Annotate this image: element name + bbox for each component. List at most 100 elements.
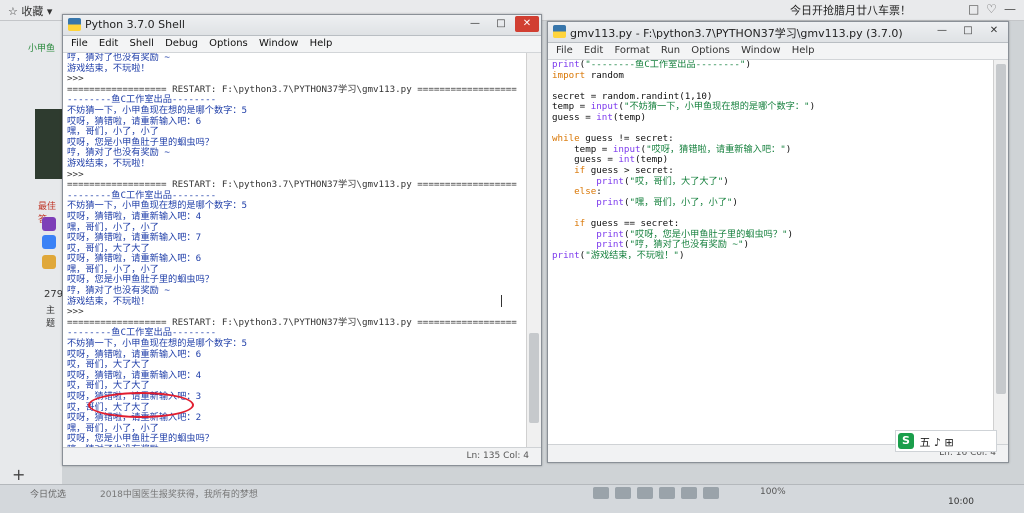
code-token: ) [745,60,751,70]
code-token: "哎呀，猜错啦，请重新输入吧：" [646,143,786,155]
menu-window[interactable]: Window [259,36,298,52]
menu-options[interactable]: Options [209,36,248,52]
close-button[interactable]: ✕ [515,16,539,32]
menu-help[interactable]: Help [792,43,815,59]
avatar[interactable] [42,255,56,269]
code-token: "游戏结束，不玩啦！" [585,249,679,261]
phone-icon[interactable]: □ [968,2,979,16]
maximize-button[interactable]: □ [956,23,980,39]
menu-options[interactable]: Options [691,43,730,59]
close-button[interactable]: ✕ [982,23,1006,39]
code-line: import random [552,69,992,82]
code-token: "不妨猜一下，小甲鱼现在想的是哪个数字：" [623,101,810,113]
shell-statusbar: Ln: 135 Col: 4 [63,447,541,465]
menu-edit[interactable]: Edit [99,36,118,52]
scrollbar-thumb[interactable] [529,333,539,423]
menu-help[interactable]: Help [310,36,333,52]
taskbar-news[interactable]: 2018中国医生报奖获得，我所有的梦想 [100,487,258,500]
thumbnail-image [35,109,62,179]
shell-output[interactable]: 哼，猜对了也没有奖励 ~ 游戏结束，不玩啦！ >>> ===============… [67,53,525,447]
ime-controls[interactable]: 五 ♪ ⊞ [920,434,954,450]
menu-window[interactable]: Window [741,43,780,59]
code-token: guess == secret: [585,217,680,229]
avatar[interactable] [42,217,56,231]
minimize-button[interactable]: — [930,23,954,39]
code-token: "哼，猜对了也没有奖励 ~" [629,239,744,251]
heart-icon[interactable]: ♡ [986,2,997,16]
add-icon[interactable]: + [12,465,25,484]
code-token: input [590,101,619,113]
menu-debug[interactable]: Debug [165,36,198,52]
ime-toolbar[interactable]: S 五 ♪ ⊞ [895,430,997,452]
news-ticker[interactable]: 今日开抢腊月廿八车票！ [790,2,911,18]
code-line: print("游戏结束，不玩啦！") [552,249,992,262]
editor-scrollbar[interactable] [993,60,1008,444]
code-token: ) [743,239,750,251]
avatar[interactable] [42,235,56,249]
cursor-position: Ln: 135 Col: 4 [466,451,529,461]
shell-title: Python 3.7.0 Shell [85,18,185,31]
code-token: input [612,143,641,155]
menu-edit[interactable]: Edit [584,43,603,59]
shell-line: 游戏结束，不玩啦！ [67,295,150,307]
code-token: guess > secret: [585,164,674,176]
code-token: print [552,249,580,261]
code-token: print [596,239,624,251]
code-line: print("嘿，哥们，小了，小了") [552,196,992,209]
code-token: : [596,186,602,198]
shell-line: 游戏结束，不玩啦！ [67,157,150,169]
sogou-icon[interactable]: S [898,433,914,449]
code-token: else [574,186,597,198]
forum-title[interactable]: 小甲鱼 [28,41,55,54]
code-token: "哎，哥们，大了大了" [629,175,724,187]
scrollbar-thumb[interactable] [996,64,1006,394]
topic-label: 主题 [46,306,56,329]
taskbar-left-link[interactable]: 今日优选 [30,487,66,500]
code-editor[interactable]: print("--------鱼C工作室出品--------") import r… [552,60,992,444]
code-token: ) [732,196,738,208]
favorites-menu[interactable]: ☆ 收藏 ▾ [8,3,52,19]
zoom-level: 100% [760,487,786,497]
code-token: print [596,228,624,240]
python-icon [553,25,566,38]
code-token: (temp) [612,111,647,123]
code-token: print [596,196,624,208]
code-token: ) [785,143,792,155]
menu-shell[interactable]: Shell [129,36,153,52]
code-token: if [574,217,586,229]
menu-file[interactable]: File [556,43,573,59]
red-circle-annotation [88,392,194,418]
editor-title: gmv113.py - F:\python3.7\PYTHON37学习\gmv1… [570,27,903,40]
code-token: guess != secret: [579,133,674,145]
editor-titlebar[interactable]: gmv113.py - F:\python3.7\PYTHON37学习\gmv1… [548,22,1008,43]
shell-titlebar[interactable]: Python 3.7.0 Shell — □ ✕ [63,15,541,36]
code-token: guess = [552,154,619,166]
minimize-button[interactable]: — [463,16,487,32]
menu-run[interactable]: Run [661,43,680,59]
code-token: if [574,164,586,176]
background-page: 小甲鱼 最佳答 2794 主题 + [0,21,69,491]
shell-line: 不妨猜一下，小甲鱼现在想的是哪个数字：5 [67,104,248,116]
menu-format[interactable]: Format [614,43,649,59]
taskbar: 今日优选 2018中国医生报奖获得，我所有的梦想 100% 10:00 [0,484,1024,513]
code-line: guess = int(temp) [552,111,992,124]
code-token: print [596,175,624,187]
code-token: (temp) [635,154,669,166]
taskbar-tray-icons[interactable] [590,485,740,513]
code-token: "--------鱼C工作室出品--------" [585,60,746,70]
code-token: ) [723,175,729,187]
shell-scrollbar[interactable] [526,53,541,447]
shell-menubar: File Edit Shell Debug Options Window Hel… [63,36,541,53]
editor-menubar: File Edit Format Run Options Window Help [548,43,1008,60]
code-token: guess = [552,111,597,123]
code-token: ) [678,249,685,261]
code-token: ) [809,101,816,113]
maximize-button[interactable]: □ [489,16,513,32]
minimize-icon[interactable]: — [1004,2,1016,16]
code-token: import [552,69,586,81]
menu-file[interactable]: File [71,36,88,52]
